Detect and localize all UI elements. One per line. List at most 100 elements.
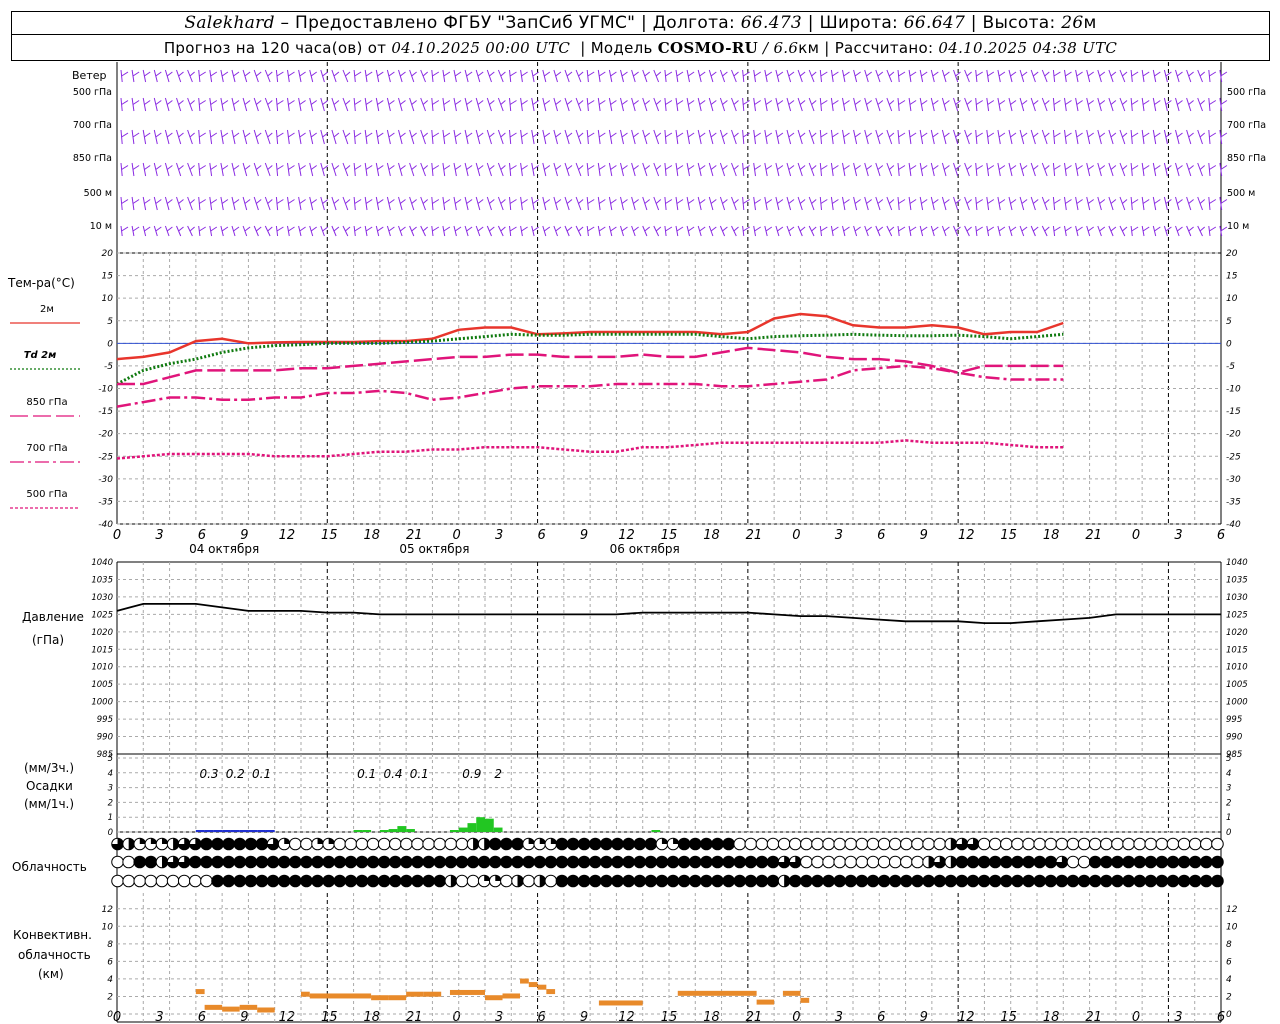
cloud-symbol-1-53 — [700, 855, 713, 869]
cloud-symbol-0-59 — [766, 837, 780, 851]
cloud-symbol-2-76 — [955, 874, 969, 888]
cloud-fill-full-0-13 — [256, 838, 268, 850]
cloud-symbol-2-3 — [144, 874, 158, 888]
wind-barb-flag-5-41 — [578, 226, 584, 232]
cloud-symbol-1-75 — [944, 855, 958, 869]
cloud-fill-full-2-40 — [556, 875, 568, 887]
cloud-circle-0-95 — [1166, 837, 1180, 851]
wind-barb-flag-0-37 — [532, 71, 539, 77]
hour-tick-bottom-1: 3 — [155, 1010, 163, 1024]
pressure-ytick-left-3: 1025 — [91, 610, 113, 620]
wind-barb-flag-3-24 — [388, 165, 395, 170]
cloud-fill-full-2-17 — [300, 875, 313, 887]
wind-barb-flag-0-98 — [1209, 71, 1217, 77]
wind-barb-flag-4-92 — [1142, 199, 1150, 204]
cloud-fill-full-0-8 — [200, 838, 213, 850]
cloud-symbol-2-46 — [622, 874, 635, 888]
cloud-fill-full-0-47 — [633, 838, 646, 850]
conv-segment-4 — [257, 1007, 275, 1013]
wind-barb-flag-4-22 — [365, 199, 373, 204]
wind-barb-flag-0-65 — [843, 71, 850, 77]
wind-barb-flag-1-76 — [966, 100, 972, 105]
wind-barb-flag-5-21 — [354, 226, 362, 232]
wind-barb-flag-4-16 — [299, 199, 306, 204]
wind-barb-flag-2-66 — [854, 132, 861, 138]
wind-barb-flag-4-68 — [877, 199, 884, 204]
wind-barb-flag-4-44 — [610, 199, 617, 204]
wind-barb-flag-2-83 — [1044, 132, 1050, 138]
cloud-fill-full-2-18 — [311, 875, 324, 887]
hour-tick-bottom-15: 21 — [746, 1010, 763, 1024]
wind-barb-flag-2-0 — [121, 132, 129, 138]
precip-bar-5 — [239, 830, 249, 832]
cloud-fill-full-1-23 — [367, 856, 379, 868]
wind-barb-flag-4-54 — [722, 199, 728, 204]
wind-barb-flag-2-46 — [633, 132, 639, 138]
pressure-ytick-right-7: 1005 — [1226, 680, 1248, 690]
wind-barb-flag-2-28 — [432, 132, 440, 138]
cloud-fill-full-2-73 — [922, 875, 935, 887]
wind-barb-flag-3-1 — [132, 165, 140, 170]
wind-barb-flag-3-74 — [943, 165, 950, 170]
wind-barb-flag-3-41 — [578, 165, 584, 170]
wind-barb-flag-2-79 — [998, 132, 1006, 138]
cloud-symbol-1-29 — [433, 855, 447, 869]
cloud-fill-full-1-22 — [356, 856, 368, 868]
wind-barb-flag-5-73 — [932, 226, 939, 232]
cloud-fill-full-1-42 — [578, 856, 590, 868]
wind-barb-flag-1-80 — [1010, 100, 1017, 105]
wind-barb-flag-5-44 — [610, 226, 617, 232]
conv-ytick-left-2: 8 — [107, 940, 113, 950]
cloud-fill-full-2-50 — [667, 875, 679, 887]
temp-ytick-right-3: 5 — [1226, 317, 1232, 327]
wind-barb-flag-0-6 — [189, 71, 195, 77]
cloud-circle-0-86 — [1066, 837, 1080, 851]
precip-ytick-right-4: 1 — [1226, 813, 1231, 823]
wind-barb-flag-3-8 — [210, 165, 218, 170]
wind-barb-flag-3-6 — [189, 165, 195, 170]
wind-barb-flag-4-0 — [121, 199, 129, 204]
cloud-fill-full-2-47 — [633, 875, 646, 887]
cloud-symbol-2-47 — [633, 874, 647, 888]
cloud-fill-full-1-96 — [1178, 856, 1190, 868]
cloud-fill-full-1-35 — [500, 856, 513, 868]
wind-barb-flag-1-16 — [299, 100, 306, 105]
conv-segment-13 — [502, 993, 521, 999]
cloud-symbol-0-45 — [611, 837, 624, 851]
cloud-symbol-1-9 — [211, 855, 224, 869]
wind-barb-flag-2-44 — [610, 132, 617, 138]
wind-barb-flag-5-58 — [765, 226, 773, 232]
wind-barb-flag-2-26 — [411, 132, 417, 138]
wind-barb-flag-5-90 — [1122, 226, 1128, 232]
wind-barb-flag-5-93 — [1154, 226, 1161, 232]
cloud-symbol-2-56 — [733, 874, 747, 888]
cloud-symbol-0-5 — [166, 837, 180, 851]
cloud-symbol-0-55 — [722, 837, 735, 851]
wind-barb-flag-5-89 — [1110, 226, 1117, 232]
cloud-fill-full-1-98 — [1200, 856, 1213, 868]
cloud-symbol-2-48 — [644, 874, 658, 888]
cloud-circle-2-2 — [133, 874, 147, 888]
cloud-circle-0-17 — [300, 837, 313, 851]
temp-ytick-right-8: -20 — [1226, 430, 1241, 440]
cloud-circle-0-82 — [1022, 837, 1035, 851]
cloud-fill-full-2-20 — [333, 875, 346, 887]
wind-barb-flag-2-6 — [189, 132, 195, 138]
cloud-symbol-1-18 — [311, 855, 324, 869]
cloud-circle-1-1 — [122, 855, 135, 869]
cloud-fill-full-2-53 — [700, 875, 713, 887]
cloud-symbol-1-48 — [644, 855, 658, 869]
wind-barb-flag-3-80 — [1010, 165, 1017, 170]
wind-barb-flag-5-13 — [267, 226, 273, 232]
wind-barb-flag-1-96 — [1188, 100, 1194, 105]
cloud-fill-full-1-83 — [1033, 856, 1046, 868]
wind-barb-flag-1-81 — [1021, 100, 1028, 105]
wind-barb-flag-0-21 — [354, 71, 362, 77]
cloud-symbol-1-59 — [766, 855, 780, 869]
cloud-symbol-2-33 — [477, 874, 491, 888]
wind-barb-flag-5-15 — [288, 226, 295, 232]
cloud-symbol-1-91 — [1122, 855, 1135, 869]
cloud-fill-full-1-80 — [1000, 856, 1013, 868]
cloud-circle-2-39 — [544, 874, 558, 888]
temp-legend-label-1: Td 2м — [24, 350, 57, 361]
